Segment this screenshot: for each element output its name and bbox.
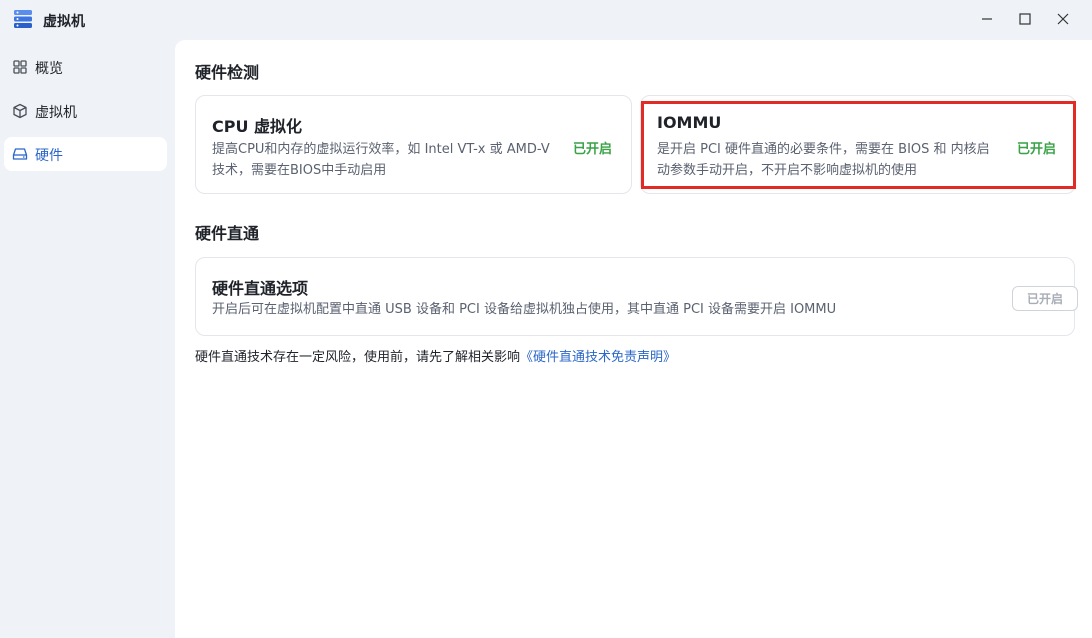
status-badge: 已开启	[573, 142, 613, 157]
minimize-icon	[981, 10, 993, 29]
card-description-line: 是开启 PCI 硬件直通的必要条件，需要在 BIOS 和 内核启	[657, 142, 990, 157]
card-description: 提高CPU和内存的虚拟运行效率，如 Intel VT-x 或 AMD-V 技术，…	[212, 139, 550, 181]
risk-footnote: 硬件直通技术存在一定风险，使用前，请先了解相关影响《硬件直通技术免责声明》	[195, 346, 676, 365]
sidebar-item-overview[interactable]: 概览	[4, 50, 167, 84]
card-title: 硬件直通选项	[212, 279, 309, 298]
status-badge: 已开启	[1017, 142, 1057, 157]
passthrough-option-card: 硬件直通选项 开启后可在虚拟机配置中直通 USB 设备和 PCI 设备给虚拟机独…	[195, 257, 1078, 336]
card-title: IOMMU	[657, 113, 722, 132]
card-description-line: 技术，需要在BIOS中手动启用	[212, 163, 387, 178]
passthrough-title: 硬件直通	[195, 224, 260, 243]
close-button[interactable]	[1049, 7, 1077, 31]
hardware-detection-title: 硬件检测	[195, 63, 260, 82]
title-bar: 虚拟机	[0, 0, 1092, 40]
cube-icon	[12, 103, 28, 119]
passthrough-enabled-button[interactable]: 已开启	[1012, 286, 1078, 311]
disclaimer-link[interactable]: 《硬件直通技术免责声明》	[520, 350, 676, 365]
app-window: 虚拟机 概览 虚拟机 硬件 硬件检测 CPU 虚拟化 提高CPU和内存的虚拟运行…	[0, 0, 1092, 638]
drive-icon	[12, 146, 28, 162]
card-description: 是开启 PCI 硬件直通的必要条件，需要在 BIOS 和 内核启 动参数手动开启…	[657, 139, 990, 181]
cpu-virtualization-card: CPU 虚拟化 提高CPU和内存的虚拟运行效率，如 Intel VT-x 或 A…	[195, 95, 632, 194]
iommu-card: IOMMU 是开启 PCI 硬件直通的必要条件，需要在 BIOS 和 内核启 动…	[640, 95, 1076, 194]
sidebar-item-vms[interactable]: 虚拟机	[4, 94, 167, 128]
sidebar-item-hardware[interactable]: 硬件	[4, 137, 167, 171]
sidebar-item-label: 虚拟机	[35, 105, 77, 121]
main-panel: 硬件检测 CPU 虚拟化 提高CPU和内存的虚拟运行效率，如 Intel VT-…	[175, 40, 1092, 638]
server-stack-icon	[12, 8, 34, 30]
sidebar-item-label: 硬件	[35, 148, 63, 164]
app-title: 虚拟机	[43, 14, 85, 30]
sidebar: 概览 虚拟机 硬件	[0, 40, 175, 638]
maximize-button[interactable]	[1011, 7, 1039, 31]
maximize-icon	[1019, 10, 1031, 29]
grid-icon	[12, 59, 28, 75]
footnote-text: 硬件直通技术存在一定风险，使用前，请先了解相关影响	[195, 350, 521, 365]
minimize-button[interactable]	[973, 7, 1001, 31]
card-description-line: 提高CPU和内存的虚拟运行效率，如 Intel VT-x 或 AMD-V	[212, 142, 550, 157]
sidebar-item-label: 概览	[35, 61, 63, 77]
close-icon	[1057, 10, 1069, 29]
card-description: 开启后可在虚拟机配置中直通 USB 设备和 PCI 设备给虚拟机独占使用，其中直…	[212, 302, 837, 317]
card-title: CPU 虚拟化	[212, 117, 303, 136]
card-description-line: 动参数手动开启，不开启不影响虚拟机的使用	[657, 163, 918, 178]
